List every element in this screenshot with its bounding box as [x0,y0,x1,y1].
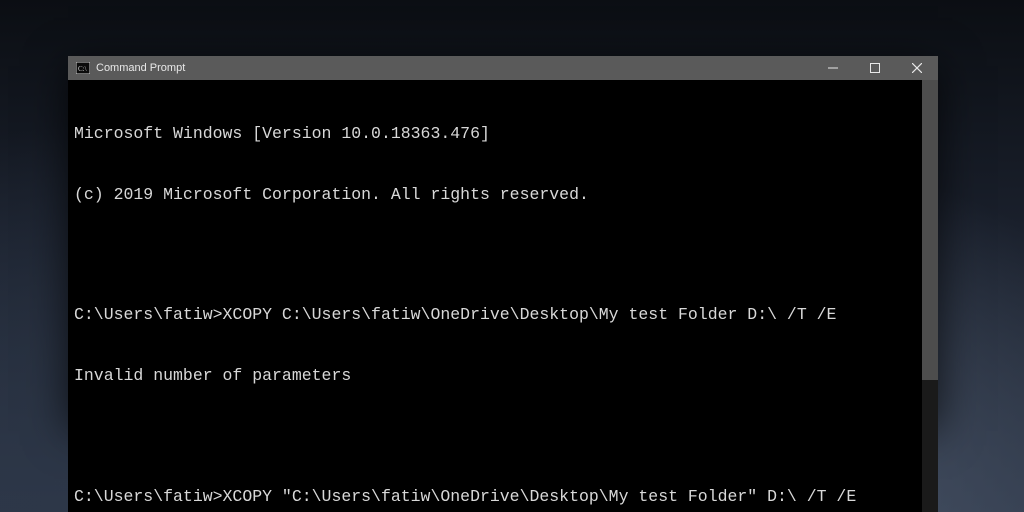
terminal-blank-line [74,245,916,265]
terminal-area: Microsoft Windows [Version 10.0.18363.47… [68,80,938,512]
titlebar[interactable]: C:\ Command Prompt [68,56,938,80]
terminal-blank-line [74,426,916,446]
svg-text:C:\: C:\ [78,65,87,73]
desktop-background: C:\ Command Prompt Microsoft Windows [Ve… [0,0,1024,512]
terminal-output[interactable]: Microsoft Windows [Version 10.0.18363.47… [68,80,922,512]
terminal-line: C:\Users\fatiw>XCOPY C:\Users\fatiw\OneD… [74,305,916,325]
terminal-line: Invalid number of parameters [74,366,916,386]
maximize-button[interactable] [854,56,896,80]
command-prompt-window: C:\ Command Prompt Microsoft Windows [Ve… [68,56,938,421]
minimize-button[interactable] [812,56,854,80]
close-button[interactable] [896,56,938,80]
terminal-line: (c) 2019 Microsoft Corporation. All righ… [74,185,916,205]
vertical-scrollbar[interactable] [922,80,938,512]
window-title: Command Prompt [96,62,185,74]
terminal-line: Microsoft Windows [Version 10.0.18363.47… [74,124,916,144]
scrollbar-thumb[interactable] [922,80,938,380]
terminal-line: C:\Users\fatiw>XCOPY "C:\Users\fatiw\One… [74,487,916,507]
cmd-icon: C:\ [76,62,90,74]
